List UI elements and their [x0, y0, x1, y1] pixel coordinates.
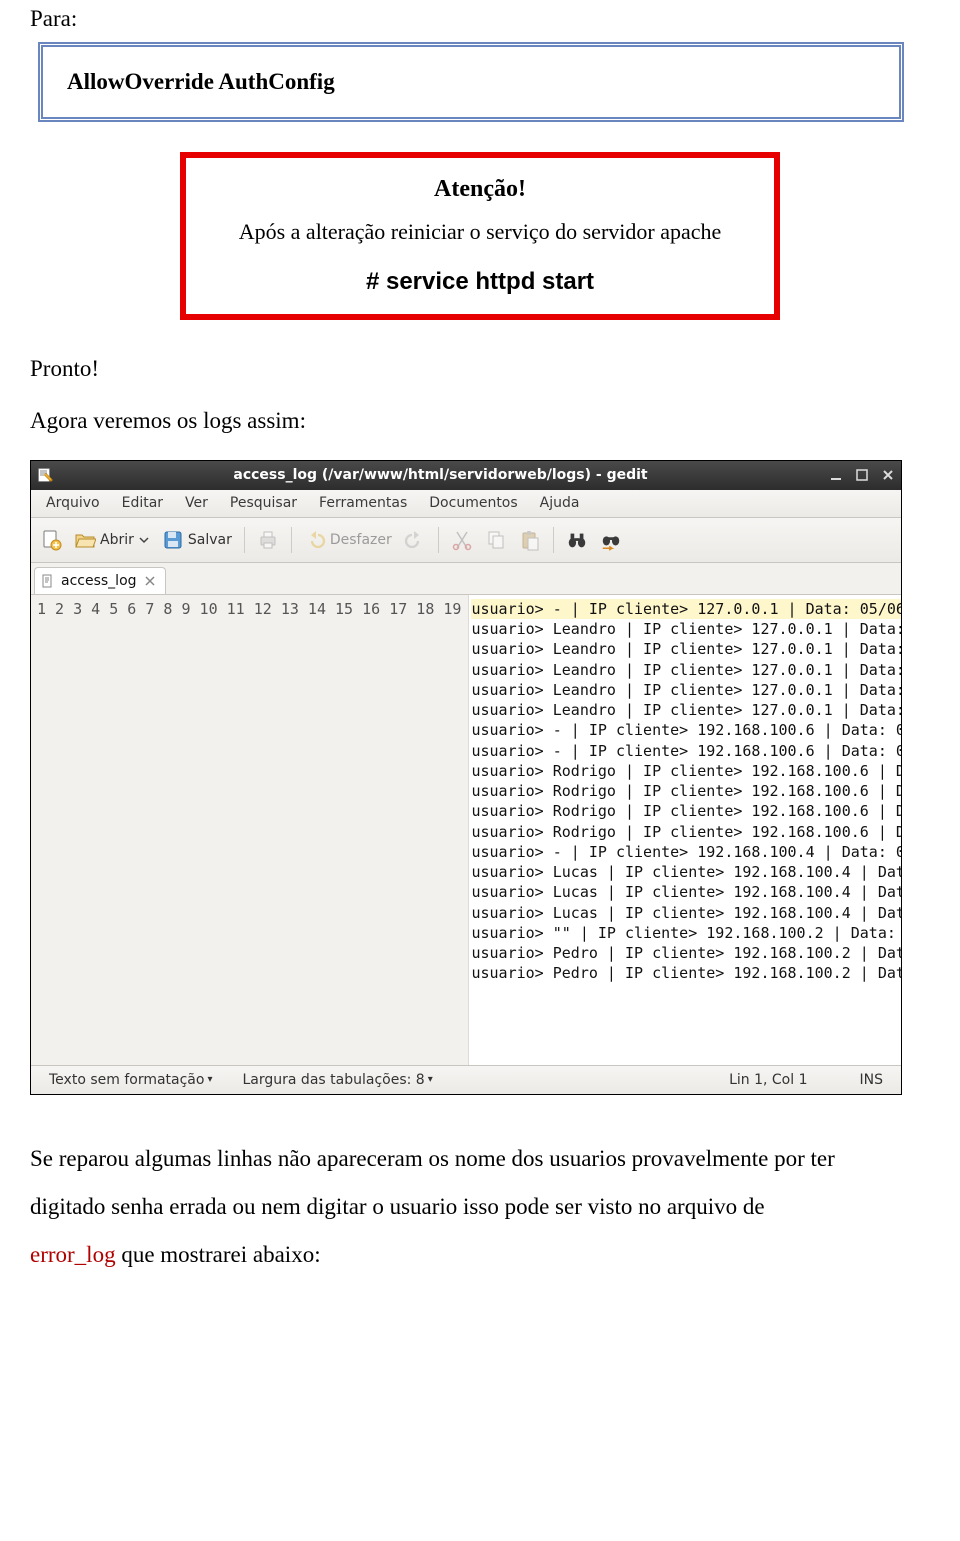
undo-icon	[304, 529, 326, 551]
open-label: Abrir	[100, 532, 134, 548]
gedit-window: access_log (/var/www/html/servidorweb/lo…	[30, 460, 902, 1095]
agora-text: Agora veremos os logs assim:	[30, 408, 930, 434]
find-replace-button[interactable]	[595, 524, 627, 556]
find-button[interactable]	[561, 524, 593, 556]
editor-area[interactable]: 1 2 3 4 5 6 7 8 9 10 11 12 13 14 15 16 1…	[31, 595, 901, 1066]
minimize-button[interactable]	[823, 461, 849, 490]
closing-line2: digitado senha errada ou nem digitar o u…	[30, 1194, 765, 1219]
save-label: Salvar	[188, 532, 232, 548]
code-box-allowoverride: AllowOverride AuthConfig	[38, 42, 904, 122]
menu-ver[interactable]: Ver	[174, 495, 219, 511]
line-gutter: 1 2 3 4 5 6 7 8 9 10 11 12 13 14 15 16 1…	[31, 595, 469, 1065]
closing-paragraph: Se reparou algumas linhas não apareceram…	[30, 1135, 930, 1280]
chevron-down-icon: ▾	[207, 1074, 212, 1085]
cut-icon	[451, 529, 473, 551]
maximize-button[interactable]	[849, 461, 875, 490]
save-icon	[162, 529, 184, 551]
status-cursor-pos: Lin 1, Col 1	[723, 1072, 813, 1088]
status-highlight-label: Texto sem formatação	[49, 1072, 204, 1088]
toolbar: Abrir Salvar	[31, 518, 901, 563]
folder-open-icon	[74, 529, 96, 551]
print-button[interactable]	[252, 524, 284, 556]
para-label: Para:	[30, 6, 930, 32]
status-tab-label: Largura das tabulações: 8	[243, 1072, 425, 1088]
titlebar[interactable]: access_log (/var/www/html/servidorweb/lo…	[31, 461, 901, 490]
status-insert-mode: INS	[854, 1072, 890, 1088]
attention-title: Atenção!	[200, 176, 760, 203]
menu-ajuda[interactable]: Ajuda	[529, 495, 591, 511]
cut-button[interactable]	[446, 524, 478, 556]
undo-button[interactable]: Desfazer	[299, 524, 397, 556]
menubar: Arquivo Editar Ver Pesquisar Ferramentas…	[31, 490, 901, 518]
copy-button[interactable]	[480, 524, 512, 556]
window-title: access_log (/var/www/html/servidorweb/lo…	[58, 467, 823, 483]
paste-button[interactable]	[514, 524, 546, 556]
chevron-down-icon	[138, 529, 150, 551]
pronto-text: Pronto!	[30, 356, 930, 382]
close-button[interactable]	[875, 461, 901, 490]
tab-access-log[interactable]: access_log	[34, 567, 166, 594]
new-button[interactable]	[35, 524, 67, 556]
toolbar-separator	[438, 527, 439, 553]
error-log-filename: error_log	[30, 1242, 116, 1267]
closing-line3: que mostrarei abaixo:	[116, 1242, 321, 1267]
redo-icon	[404, 529, 426, 551]
menu-documentos[interactable]: Documentos	[418, 495, 528, 511]
toolbar-separator	[244, 527, 245, 553]
document-icon	[41, 574, 55, 588]
menu-pesquisar[interactable]: Pesquisar	[219, 495, 308, 511]
gedit-app-icon	[34, 467, 56, 483]
binoculars-icon	[566, 529, 588, 551]
tab-bar: access_log	[31, 563, 901, 595]
redo-button[interactable]	[399, 524, 431, 556]
attention-text: Após a alteração reiniciar o serviço do …	[200, 217, 760, 248]
toolbar-separator	[553, 527, 554, 553]
paste-icon	[519, 529, 541, 551]
find-replace-icon	[600, 529, 622, 551]
attention-command: # service httpd start	[200, 268, 760, 296]
status-highlight-mode[interactable]: Texto sem formatação ▾	[43, 1072, 219, 1088]
chevron-down-icon: ▾	[428, 1074, 433, 1085]
save-button[interactable]: Salvar	[157, 524, 237, 556]
menu-editar[interactable]: Editar	[111, 495, 174, 511]
status-tab-width[interactable]: Largura das tabulações: 8 ▾	[237, 1072, 439, 1088]
copy-icon	[485, 529, 507, 551]
tab-close-icon[interactable]	[143, 574, 157, 588]
menu-ferramentas[interactable]: Ferramentas	[308, 495, 418, 511]
closing-line1: Se reparou algumas linhas não apareceram…	[30, 1146, 835, 1171]
undo-label: Desfazer	[330, 532, 392, 548]
toolbar-separator	[291, 527, 292, 553]
editor-content[interactable]: usuario> - | IP cliente> 127.0.0.1 | Dat…	[469, 595, 901, 1065]
attention-box: Atenção! Após a alteração reiniciar o se…	[180, 152, 780, 320]
tab-label: access_log	[61, 573, 137, 589]
print-icon	[257, 529, 279, 551]
statusbar: Texto sem formatação ▾ Largura das tabul…	[31, 1066, 901, 1094]
menu-arquivo[interactable]: Arquivo	[35, 495, 111, 511]
open-button[interactable]: Abrir	[69, 524, 155, 556]
new-file-icon	[40, 529, 62, 551]
